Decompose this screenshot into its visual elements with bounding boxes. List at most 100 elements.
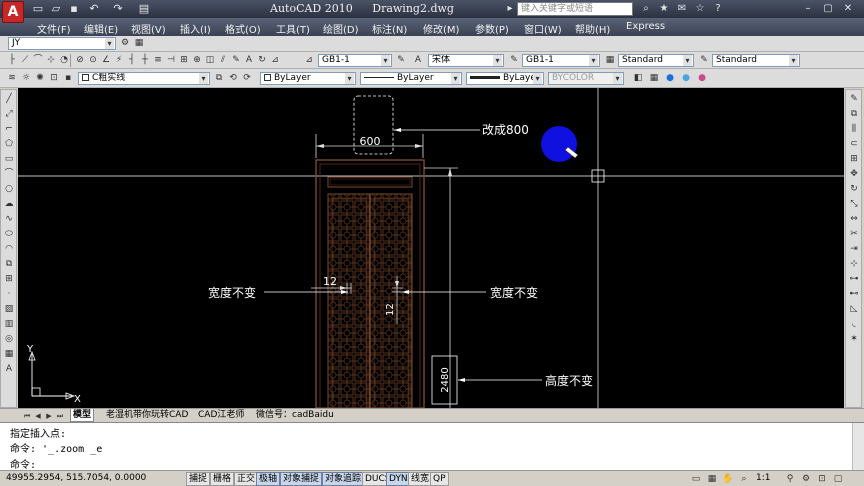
open-icon[interactable]: ▱ xyxy=(48,2,64,16)
ellipse-icon[interactable]: ⬭ xyxy=(3,228,15,240)
workspace-switch-icon[interactable]: ⚙ xyxy=(800,473,812,485)
tab-layout-3[interactable]: 微信号：cadBaidu xyxy=(254,409,336,422)
comm-center-icon[interactable]: ✉ xyxy=(674,2,690,16)
quick-dim-icon[interactable]: ⚡ xyxy=(113,54,125,66)
diameter-dim-icon[interactable]: ⊙ xyxy=(87,54,99,66)
trim-icon[interactable]: ✂ xyxy=(848,228,860,240)
model-space-icon[interactable]: ▭ xyxy=(690,473,702,485)
polar-toggle[interactable]: 极轴 xyxy=(256,472,281,486)
sphere-blue-icon[interactable]: ● xyxy=(664,72,676,84)
chamfer-icon[interactable]: ◺ xyxy=(848,303,860,315)
menu-modify[interactable]: 修改(M) xyxy=(423,21,459,36)
jogged-dim-icon[interactable]: ⊘ xyxy=(74,54,86,66)
redo-icon[interactable]: ↷ xyxy=(110,2,126,16)
menu-view[interactable]: 视图(V) xyxy=(131,21,166,36)
annotation-visibility-icon[interactable]: ⚲ xyxy=(784,473,796,485)
menu-parametric[interactable]: 参数(P) xyxy=(475,21,509,36)
ellipse-arc-icon[interactable]: ◠ xyxy=(3,243,15,255)
mtext-icon[interactable]: A xyxy=(3,363,15,375)
aligned-dim-icon[interactable]: ⟋ xyxy=(19,54,31,66)
join-icon[interactable]: ⊷ xyxy=(848,288,860,300)
inspect-icon[interactable]: ◫ xyxy=(204,54,216,66)
close-icon[interactable]: ✕ xyxy=(840,2,856,16)
menu-dimension[interactable]: 标注(N) xyxy=(372,21,407,36)
layer-select[interactable]: C粗实线 xyxy=(78,72,210,85)
sphere-pink-icon[interactable]: ● xyxy=(696,72,708,84)
scale-icon[interactable]: ⤡ xyxy=(848,198,860,210)
jogged-linear-icon[interactable]: ⫽ xyxy=(217,54,229,66)
table-style-icon[interactable]: ✎ xyxy=(508,54,520,66)
menu-express[interactable]: Express xyxy=(626,21,665,32)
text-style-select[interactable]: Standard xyxy=(712,54,800,67)
extend-icon[interactable]: ⇥ xyxy=(848,243,860,255)
ortho-toggle[interactable]: 正交 xyxy=(234,472,259,486)
command-window[interactable]: 指定插入点: 命令: '_.zoom _e 命令: xyxy=(0,422,864,471)
favorites-icon[interactable]: ☆ xyxy=(692,2,708,16)
dim-break-icon[interactable]: ⊣ xyxy=(165,54,177,66)
osnap-toggle[interactable]: 对象捕捉 xyxy=(280,472,323,486)
layer-manager-icon[interactable]: ≋ xyxy=(6,72,18,84)
snap-toggle[interactable]: 捕捉 xyxy=(186,472,211,486)
layer-lock-icon[interactable]: ⊡ xyxy=(48,72,60,84)
layer-sun-icon[interactable]: ✺ xyxy=(34,72,46,84)
menu-help[interactable]: 帮助(H) xyxy=(575,21,610,36)
move-icon[interactable]: ✥ xyxy=(848,168,860,180)
mleader-style-icon[interactable]: ▦ xyxy=(604,54,616,66)
layer-previous-icon[interactable]: ⟲ xyxy=(227,72,239,84)
erase-icon[interactable]: ✎ xyxy=(848,93,860,105)
arc-length-icon[interactable]: ⌒ xyxy=(32,54,44,66)
quick-view-icon[interactable]: ▦ xyxy=(706,473,718,485)
plot-icon[interactable]: ▤ xyxy=(136,2,152,16)
linetype-select[interactable]: ByLayer xyxy=(360,72,462,85)
otrack-toggle[interactable]: 对象追踪 xyxy=(322,472,365,486)
drawing-canvas[interactable]: 600 改成800 2480 高度不变 12 宽度不变 12 宽度不变 Y X xyxy=(18,88,844,408)
dim-text-edit-icon[interactable]: A xyxy=(243,54,255,66)
region-icon[interactable]: ◎ xyxy=(3,333,15,345)
dim-space-icon[interactable]: ≡ xyxy=(152,54,164,66)
dyn-toggle[interactable]: DYN xyxy=(386,472,411,486)
clean-screen-icon[interactable]: ▢ xyxy=(832,473,844,485)
make-block-icon[interactable]: ⊞ xyxy=(3,273,15,285)
line-icon[interactable]: ╱ xyxy=(3,93,15,105)
tab-model[interactable]: 模型 xyxy=(70,409,95,422)
new-icon[interactable]: ▭ xyxy=(30,2,46,16)
undo-icon[interactable]: ↶ xyxy=(86,2,102,16)
menu-file[interactable]: 文件(F) xyxy=(37,21,71,36)
maximize-icon[interactable]: ▢ xyxy=(820,2,836,16)
lineweight-select[interactable]: ByLayer xyxy=(466,72,544,85)
tab-prev-icon[interactable]: ◀ xyxy=(33,411,43,421)
tab-layout-1[interactable]: 老湿机带你玩转CAD xyxy=(104,409,190,422)
point-icon[interactable]: · xyxy=(3,288,15,300)
material-icon[interactable]: ▦ xyxy=(648,72,660,84)
ordinate-dim-icon[interactable]: ⊹ xyxy=(45,54,57,66)
help-icon[interactable]: ? xyxy=(710,2,726,16)
revision-cloud-icon[interactable]: ☁ xyxy=(3,198,15,210)
dim-update-icon[interactable]: ↻ xyxy=(256,54,268,66)
menu-edit[interactable]: 编辑(E) xyxy=(84,21,118,36)
tab-layout-2[interactable]: CAD江老师 xyxy=(196,409,246,422)
polyline-icon[interactable]: ⌐ xyxy=(3,123,15,135)
color-select[interactable]: ByLayer xyxy=(260,72,356,85)
workspace-select[interactable]: JY xyxy=(8,37,116,50)
sphere-light-icon[interactable]: ● xyxy=(680,72,692,84)
layer-color-icon[interactable]: ▪ xyxy=(62,72,74,84)
dim-style-icon[interactable]: ⊿ xyxy=(269,54,281,66)
font-select[interactable]: 宋体 xyxy=(428,54,504,67)
table-icon[interactable]: ▦ xyxy=(3,348,15,360)
menu-window[interactable]: 窗口(W) xyxy=(524,21,562,36)
search-icon[interactable]: ⌕ xyxy=(638,2,654,16)
menu-draw[interactable]: 绘图(D) xyxy=(323,21,359,36)
menu-insert[interactable]: 插入(I) xyxy=(180,21,211,36)
subscription-icon[interactable]: ★ xyxy=(656,2,672,16)
rotate-icon[interactable]: ↻ xyxy=(848,183,860,195)
app-menu-button[interactable]: A xyxy=(2,1,24,23)
save-icon[interactable]: ▪ xyxy=(66,2,82,16)
dim-style-manager-icon[interactable]: ⊿ xyxy=(303,54,315,66)
table-style-select[interactable]: GB1-1 xyxy=(522,54,600,67)
tab-last-icon[interactable]: ⏭ xyxy=(55,411,65,421)
text-style-manager-icon[interactable]: ✎ xyxy=(698,54,710,66)
gradient-icon[interactable]: ▥ xyxy=(3,318,15,330)
grid-toggle[interactable]: 栅格 xyxy=(210,472,235,486)
command-prompt[interactable]: 命令: xyxy=(10,456,36,471)
layer-bulb-icon[interactable]: ☼ xyxy=(20,72,32,84)
